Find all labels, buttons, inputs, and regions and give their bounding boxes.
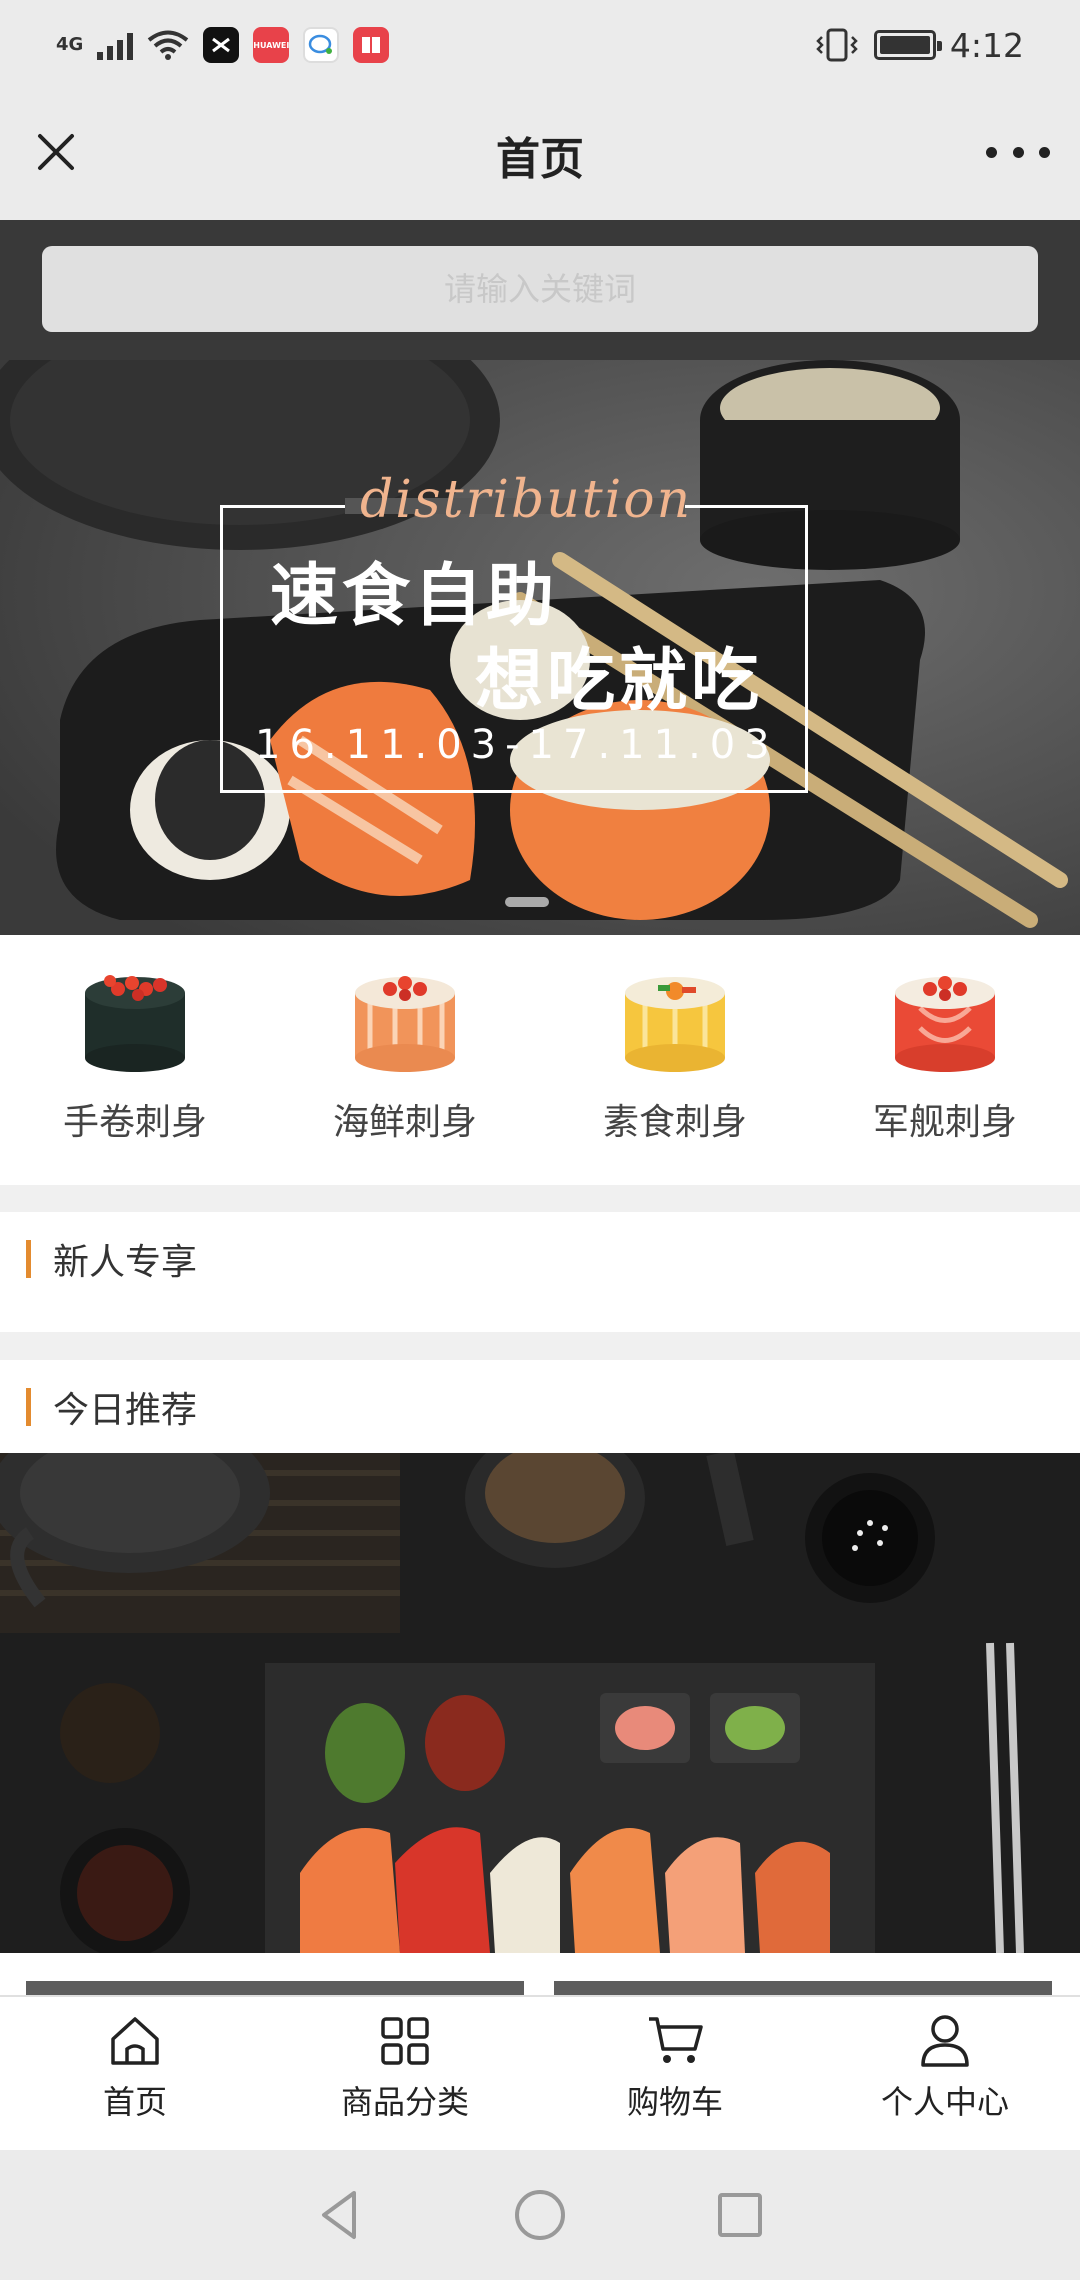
recents-icon[interactable] [710, 2185, 770, 2245]
huawei-icon: HUAWEI [253, 27, 289, 63]
section-accent-bar [26, 1387, 31, 1426]
sushi-roll-red-icon [895, 976, 995, 1072]
vibrate-icon [816, 28, 858, 62]
status-bar: 4G HUAWEI 4:12 [0, 0, 1080, 90]
sushi-platter-image [0, 1453, 1080, 1953]
nav-label: 购物车 [626, 2083, 723, 2121]
today-recommend-image[interactable] [0, 1453, 1080, 1953]
nav-label: 首页 [102, 2083, 167, 2121]
chat-icon [303, 27, 340, 63]
sushi-roll-salmon-icon [355, 976, 455, 1072]
dot-icon [1039, 146, 1050, 158]
title-bar: 首页 [0, 90, 1080, 220]
book-icon [353, 27, 390, 63]
category-label: 海鲜刺身 [332, 1102, 477, 1143]
battery-icon [873, 30, 942, 60]
cart-icon [649, 2017, 703, 2063]
banner-headline-2: 想吃就吃 [475, 642, 764, 721]
more-options-button[interactable] [986, 130, 1050, 174]
dot-icon [986, 146, 997, 158]
category-label: 手卷刺身 [62, 1102, 207, 1143]
search-input[interactable] [42, 246, 1038, 332]
system-navigation-bar [0, 2150, 1080, 2280]
home-circle-icon[interactable] [510, 2185, 570, 2245]
user-icon [921, 2015, 969, 2067]
capcut-icon [203, 27, 240, 63]
nav-home[interactable]: 首页 [0, 1997, 270, 2150]
nav-cart[interactable]: 购物车 [540, 1997, 810, 2150]
search-bar [0, 220, 1080, 360]
network-type: 4G [56, 34, 84, 55]
product-cards-preview [0, 1953, 1080, 1995]
category-item-vegetarian[interactable]: 素食刺身 [540, 935, 810, 1185]
section-accent-bar [26, 1239, 31, 1278]
banner-date: 16.11.03-17.11.03 [255, 722, 779, 768]
nav-label: 商品分类 [340, 2083, 469, 2121]
wifi-icon [148, 30, 189, 60]
category-row: 手卷刺身 海鲜刺身 素食刺身 军舰刺身 [0, 935, 1080, 1185]
signal-icon [97, 30, 134, 60]
nav-categories[interactable]: 商品分类 [270, 1997, 540, 2150]
category-label: 军舰刺身 [872, 1102, 1017, 1143]
category-label: 素食刺身 [602, 1102, 747, 1143]
sushi-roll-dark-icon [85, 975, 185, 1072]
banner-script-text: distribution [360, 470, 693, 530]
today-section: 今日推荐 [0, 1360, 1080, 1453]
nav-label: 个人中心 [880, 2083, 1009, 2121]
product-card-peek-1[interactable] [26, 1981, 524, 1995]
promo-banner[interactable]: distribution 速食自助 想吃就吃 16.11.03-17.11.03 [0, 360, 1080, 935]
page-title: 首页 [496, 134, 584, 185]
grid-icon [381, 2017, 429, 2065]
sushi-roll-egg-icon [625, 977, 725, 1072]
category-item-seafood[interactable]: 海鲜刺身 [270, 935, 540, 1185]
category-item-gunkan[interactable]: 军舰刺身 [810, 935, 1080, 1185]
close-icon[interactable] [34, 130, 78, 174]
new-user-section: 新人专享 [0, 1212, 1080, 1332]
section-title-today: 今日推荐 [53, 1389, 198, 1431]
home-icon [111, 2017, 159, 2065]
product-card-peek-2[interactable] [554, 1981, 1052, 1995]
back-icon[interactable] [310, 2185, 370, 2245]
carousel-indicator[interactable] [505, 897, 549, 907]
dot-icon [1012, 146, 1024, 158]
category-item-hand-roll[interactable]: 手卷刺身 [0, 935, 270, 1185]
bottom-navigation: 首页 商品分类 购物车 个人中心 [0, 1995, 1080, 2150]
nav-profile[interactable]: 个人中心 [810, 1997, 1080, 2150]
section-title-new-user: 新人专享 [53, 1241, 198, 1283]
clock: 4:12 [949, 25, 1024, 65]
